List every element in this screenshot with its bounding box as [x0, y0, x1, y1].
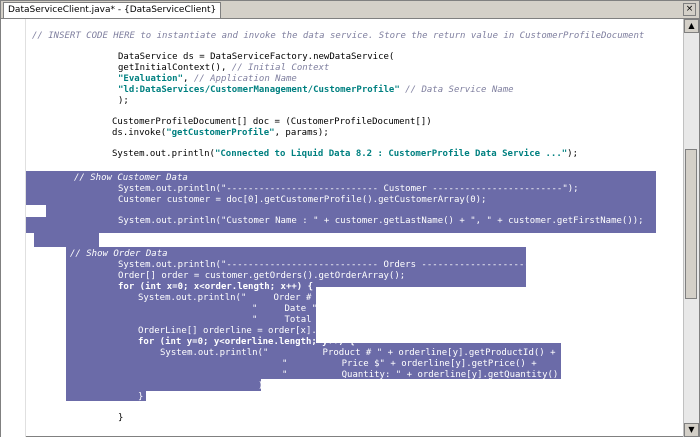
code-line: } [138, 392, 144, 402]
code-line: getInitialContext(), // Initial Context [118, 63, 329, 74]
code-line: Order[] order = customer.getOrders().get… [118, 271, 406, 281]
code-line: OrderLine[] orderline = order[x].getOrde… [138, 326, 426, 336]
code-string: "ld:DataServices/CustomerManagement/Cust… [118, 85, 400, 95]
code-comment: // Application Name [193, 74, 297, 84]
code-token: , params); [274, 128, 329, 138]
code-line: System.out.println(" Product # " + order… [160, 348, 556, 358]
code-token: System.out.println( [112, 149, 215, 159]
code-string: "Connected to Liquid Data 8.2 : Customer… [214, 149, 568, 159]
code-comment: // Initial Context [231, 63, 330, 73]
selection-block [66, 379, 261, 391]
code-string: "Evaluation" [118, 74, 184, 84]
code-line: CustomerProfileDocument[] doc = (Custome… [112, 117, 432, 127]
scroll-down-icon[interactable]: ▼ [684, 423, 699, 437]
editor-window: DataServiceClient.java* - {DataServiceCl… [0, 0, 700, 437]
vertical-scrollbar[interactable]: ▲ ▼ [683, 19, 699, 437]
close-icon[interactable]: × [683, 3, 696, 16]
code-line: " Quantity: " + orderline[y].getQuantity… [282, 370, 559, 380]
tab-dataserviceclient[interactable]: DataServiceClient.java* - {DataServiceCl… [3, 2, 222, 18]
scroll-up-icon[interactable]: ▲ [684, 19, 699, 33]
code-token: getInitialContext(), [118, 63, 232, 73]
code-string: "getCustomerProfile" [166, 128, 275, 138]
code-line: } [118, 413, 124, 423]
selection-block [34, 233, 99, 247]
code-line: System.out.println("Connected to Liquid … [112, 149, 578, 160]
code-editor[interactable]: // INSERT CODE HERE to instantiate and i… [26, 19, 685, 437]
code-line: " Price $" + orderline[y].getPrice() + [282, 359, 537, 369]
code-line: // INSERT CODE HERE to instantiate and i… [32, 31, 645, 41]
code-line: "ld:DataServices/CustomerManagement/Cust… [118, 85, 514, 96]
code-line: ds.invoke("getCustomerProfile", params); [112, 128, 329, 139]
code-comment: // Show Customer Data [74, 173, 188, 183]
code-token: ); [567, 149, 578, 159]
code-line: System.out.println(" Order # " + order[x… [138, 293, 464, 303]
code-line: for (int y=0; y<orderline.length; y++) { [138, 337, 355, 347]
editor-gutter [1, 19, 26, 437]
code-comment: // Data Service Name [399, 85, 514, 95]
code-line: " Total $" + order[x].getTotalOrderAmoun… [252, 315, 518, 325]
code-line: System.out.println("--------------------… [118, 184, 579, 194]
code-line: " Date " + order[x].getOrderDate() + [252, 304, 469, 314]
editor-tab-bar: DataServiceClient.java* - {DataServiceCl… [1, 1, 699, 19]
selection-block [66, 391, 146, 401]
code-line: System.out.println("--------------------… [118, 260, 590, 270]
code-token: ds.invoke( [112, 128, 167, 138]
code-comment: // Show Order Data [70, 249, 168, 259]
code-line: System.out.println("Customer Name : " + … [118, 216, 644, 226]
code-line: DataService ds = DataServiceFactory.newD… [118, 52, 395, 62]
code-line: for (int x=0; x<order.length; x++) { [118, 282, 314, 292]
code-line: "Evaluation", // Application Name [118, 74, 297, 85]
scrollbar-thumb[interactable] [685, 149, 697, 299]
code-line: Customer customer = doc[0].getCustomerPr… [118, 195, 487, 205]
code-line: ); [258, 381, 269, 391]
code-token: , [183, 74, 194, 84]
code-line: ); [118, 96, 129, 106]
